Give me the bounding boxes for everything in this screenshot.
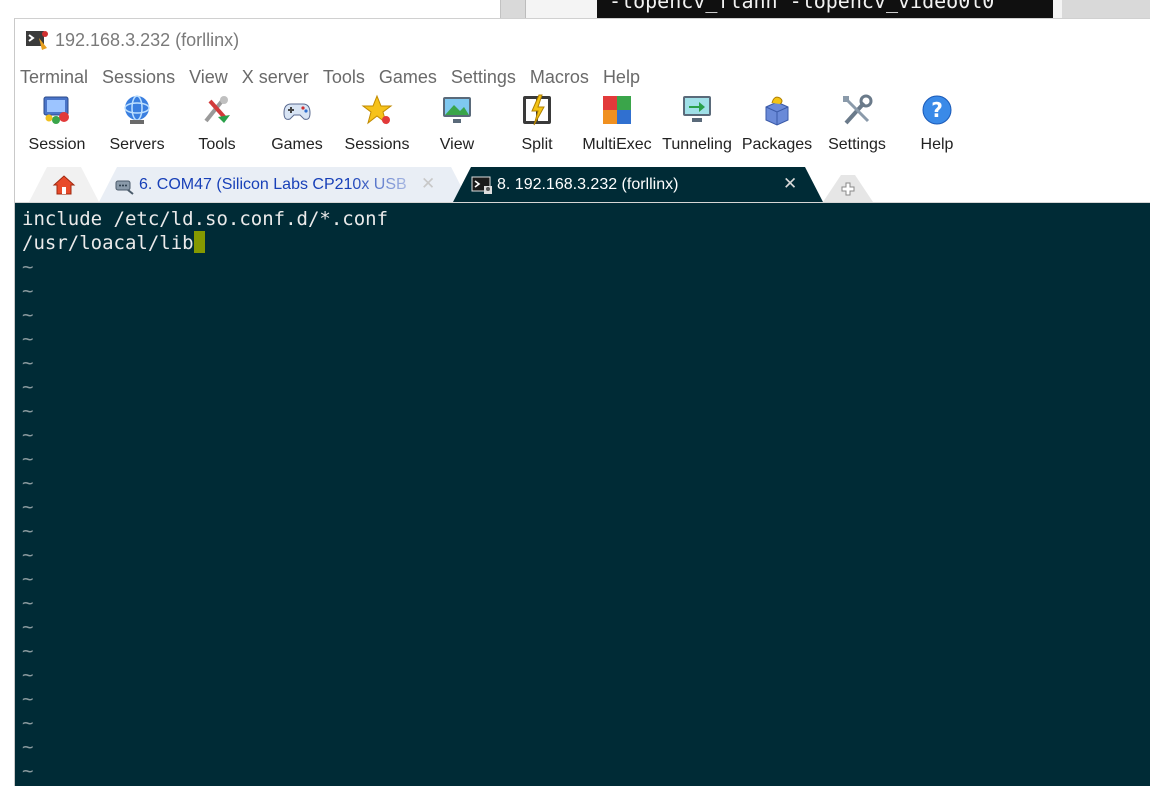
menu-tools[interactable]: Tools bbox=[316, 63, 372, 91]
settings-icon bbox=[843, 94, 873, 125]
menu-x-server[interactable]: X server bbox=[235, 63, 316, 91]
menu-help[interactable]: Help bbox=[596, 63, 647, 91]
vi-empty-line: ~ bbox=[22, 424, 34, 446]
split-icon bbox=[523, 94, 551, 126]
tools-button[interactable]: Tools bbox=[177, 91, 257, 157]
view-button[interactable]: View bbox=[417, 91, 497, 157]
plus-icon bbox=[840, 181, 856, 197]
toolbar: Session Servers Tools Games Sessions Vie… bbox=[15, 91, 1150, 157]
tab-ssh-session[interactable]: 8. 192.168.3.232 (forllinx) ✕ bbox=[453, 167, 823, 202]
vi-empty-line: ~ bbox=[22, 640, 34, 662]
background-terminal: -lopencv_flann -lopencv_video0l0 bbox=[597, 0, 1053, 18]
settings-button[interactable]: Settings bbox=[817, 91, 897, 157]
vi-empty-line: ~ bbox=[22, 472, 34, 494]
menu-view[interactable]: View bbox=[182, 63, 235, 91]
packages-icon bbox=[765, 96, 789, 126]
vi-empty-line: ~ bbox=[22, 664, 34, 686]
vi-empty-line: ~ bbox=[22, 256, 34, 278]
vi-empty-line: ~ bbox=[22, 712, 34, 734]
vi-empty-line: ~ bbox=[22, 376, 34, 398]
terminal-cursor bbox=[193, 231, 205, 253]
vi-empty-line: ~ bbox=[22, 520, 34, 542]
help-button[interactable]: ? Help bbox=[897, 91, 977, 157]
terminal-line: include /etc/ld.so.conf.d/*.conf bbox=[22, 208, 389, 230]
close-icon[interactable]: ✕ bbox=[421, 174, 435, 194]
games-icon bbox=[283, 103, 311, 120]
games-button[interactable]: Games bbox=[257, 91, 337, 157]
multiexec-button[interactable]: MultiExec bbox=[577, 91, 657, 157]
vi-empty-line: ~ bbox=[22, 496, 34, 518]
title-bar: 192.168.3.232 (forllinx) bbox=[15, 19, 1150, 63]
menu-games[interactable]: Games bbox=[372, 63, 444, 91]
menu-settings[interactable]: Settings bbox=[444, 63, 523, 91]
vi-empty-line: ~ bbox=[22, 568, 34, 590]
tunneling-icon bbox=[683, 96, 711, 122]
tab-fade bbox=[349, 167, 469, 202]
tab-ssh-label: 8. 192.168.3.232 (forllinx) bbox=[497, 175, 679, 193]
background-window: -lopencv_flann -lopencv_video0l0 bbox=[500, 0, 1150, 18]
session-button[interactable]: Session bbox=[17, 91, 97, 157]
tunneling-button[interactable]: Tunneling bbox=[657, 91, 737, 157]
session-tab-bar: 6. COM47 (Silicon Labs CP210x USB ✕ 8. 1… bbox=[15, 164, 1150, 203]
close-icon[interactable]: ✕ bbox=[783, 174, 797, 194]
vi-empty-line: ~ bbox=[22, 304, 34, 326]
vi-empty-line: ~ bbox=[22, 544, 34, 566]
vi-empty-line: ~ bbox=[22, 616, 34, 638]
serial-port-icon bbox=[113, 174, 135, 196]
svg-text:?: ? bbox=[931, 98, 943, 122]
vi-empty-line: ~ bbox=[22, 328, 34, 350]
packages-button[interactable]: Packages bbox=[737, 91, 817, 157]
vi-empty-line: ~ bbox=[22, 736, 34, 758]
tools-icon bbox=[204, 96, 230, 123]
menu-bar: Terminal Sessions View X server Tools Ga… bbox=[15, 63, 1150, 91]
vi-empty-line: ~ bbox=[22, 280, 34, 302]
vi-empty-line: ~ bbox=[22, 592, 34, 614]
vi-empty-line: ~ bbox=[22, 688, 34, 710]
terminal-line: /usr/loacal/lib bbox=[22, 231, 1150, 255]
vi-empty-line: ~ bbox=[22, 400, 34, 422]
session-icon bbox=[43, 96, 69, 124]
sessions-button[interactable]: Sessions bbox=[337, 91, 417, 157]
view-icon bbox=[443, 97, 471, 123]
mobaxterm-window: 192.168.3.232 (forllinx) Terminal Sessio… bbox=[14, 18, 1150, 786]
servers-icon bbox=[124, 95, 150, 124]
servers-button[interactable]: Servers bbox=[97, 91, 177, 157]
new-tab-button[interactable] bbox=[823, 175, 873, 202]
menu-macros[interactable]: Macros bbox=[523, 63, 596, 91]
split-button[interactable]: Split bbox=[497, 91, 577, 157]
menu-terminal[interactable]: Terminal bbox=[15, 63, 95, 91]
app-icon bbox=[26, 31, 48, 50]
tab-home[interactable] bbox=[29, 167, 99, 202]
sessions-star-icon bbox=[361, 94, 393, 125]
menu-sessions[interactable]: Sessions bbox=[95, 63, 182, 91]
multiexec-icon bbox=[603, 96, 631, 124]
tab-com47[interactable]: 6. COM47 (Silicon Labs CP210x USB ✕ bbox=[99, 167, 469, 202]
home-icon bbox=[52, 174, 76, 196]
vi-empty-line: ~ bbox=[22, 448, 34, 470]
help-icon: ? bbox=[922, 95, 952, 125]
vi-empty-line: ~ bbox=[22, 352, 34, 374]
vi-empty-line: ~ bbox=[22, 760, 34, 782]
window-title: 192.168.3.232 (forllinx) bbox=[55, 30, 240, 50]
terminal-icon bbox=[471, 174, 493, 196]
terminal-screen[interactable]: include /etc/ld.so.conf.d/*.conf /usr/lo… bbox=[15, 203, 1150, 786]
